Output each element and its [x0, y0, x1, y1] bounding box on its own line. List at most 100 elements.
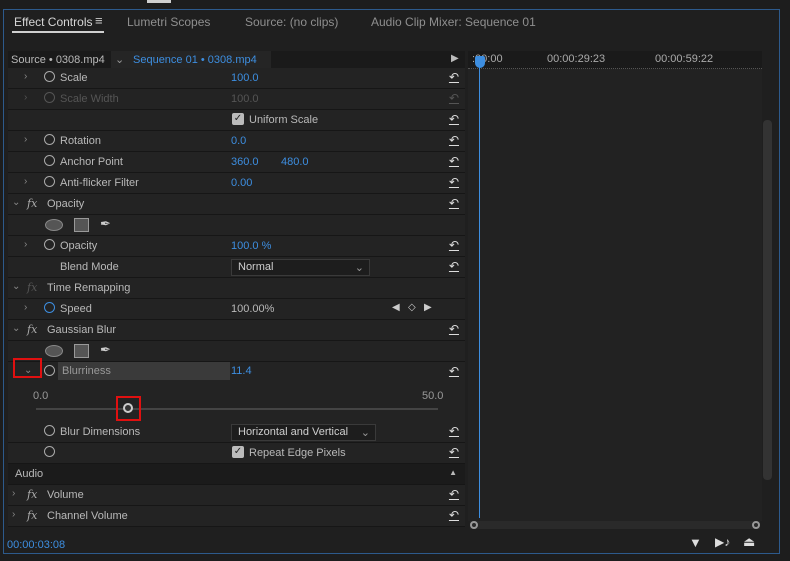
zoom-start-handle[interactable]	[470, 521, 478, 529]
ellipse-mask-icon[interactable]	[45, 219, 63, 231]
time-ruler[interactable]: :00:00 00:00:29:23 00:00:59:22	[468, 51, 762, 69]
reset-icon[interactable]: ↶	[449, 508, 459, 522]
stopwatch-icon[interactable]	[44, 239, 55, 250]
show-timeline-icon[interactable]: ▶	[451, 53, 459, 64]
collapse-chevron-icon[interactable]: ⌄	[12, 281, 20, 292]
collapse-chevron-icon[interactable]: ⌄	[12, 197, 20, 208]
section-audio: Audio ▲	[8, 464, 465, 485]
reset-icon[interactable]: ↶	[449, 133, 459, 147]
source-clip-label[interactable]: Source • 0308.mp4	[11, 54, 105, 66]
reset-icon[interactable]: ↶	[449, 364, 459, 378]
highlight-box	[13, 358, 42, 378]
reset-icon[interactable]: ↶	[449, 238, 459, 252]
stopwatch-icon[interactable]	[44, 425, 55, 436]
repeat-edge-checkbox[interactable]: ✓	[232, 446, 244, 458]
filter-icon[interactable]: ▼	[689, 535, 702, 550]
property-label: Scale	[60, 72, 88, 84]
play-audio-icon[interactable]: ▶♪	[715, 535, 730, 549]
sequence-clip-label: Sequence 01 • 0308.mp4	[133, 54, 257, 66]
highlight-box	[115, 396, 141, 421]
add-keyframe-icon[interactable]: ◇	[408, 302, 416, 313]
sequence-selector[interactable]: ⌄ Sequence 01 • 0308.mp4	[111, 51, 271, 69]
rotation-value[interactable]: 0.0	[231, 135, 246, 147]
property-label: Blur Dimensions	[60, 426, 141, 438]
pen-mask-icon[interactable]: ✒	[100, 342, 111, 358]
mask-tools-row: ✒	[8, 341, 465, 362]
window-indicator	[147, 0, 171, 3]
blur-dimensions-dropdown[interactable]: Horizontal and Vertical ⌄	[231, 424, 376, 441]
stopwatch-icon[interactable]	[44, 134, 55, 145]
panel-menu-icon[interactable]: ≡	[95, 13, 103, 28]
anti-flicker-value[interactable]: 0.00	[231, 177, 252, 189]
fx-icon[interactable]: fx	[27, 488, 37, 501]
expand-chevron-icon[interactable]: ›	[24, 176, 27, 187]
tab-source[interactable]: Source: (no clips)	[245, 15, 338, 29]
horizontal-zoom-bar[interactable]	[470, 521, 760, 529]
vertical-scrollbar[interactable]	[763, 120, 772, 480]
scale-value[interactable]: 100.0	[231, 72, 259, 84]
stopwatch-icon[interactable]	[44, 365, 55, 376]
expand-chevron-icon[interactable]: ›	[12, 488, 15, 499]
property-label: Blend Mode	[60, 261, 119, 273]
mini-timeline[interactable]	[468, 51, 762, 521]
blend-mode-dropdown[interactable]: Normal ⌄	[231, 259, 370, 276]
effect-row-time-remapping: ⌄ fx Time Remapping	[8, 278, 465, 299]
stopwatch-icon-active[interactable]	[44, 302, 55, 313]
uniform-scale-checkbox[interactable]: ✓	[232, 113, 244, 125]
effect-label: Gaussian Blur	[47, 324, 117, 336]
expand-chevron-icon[interactable]: ›	[12, 509, 15, 520]
fx-icon[interactable]: fx	[27, 197, 37, 210]
speed-value[interactable]: 100.00%	[231, 303, 274, 315]
blurriness-value[interactable]: 11.4	[231, 365, 252, 377]
collapse-chevron-icon[interactable]: ⌄	[12, 323, 20, 334]
reset-icon[interactable]: ↶	[449, 424, 459, 438]
property-row-uniform-scale: ✓ Uniform Scale ↶	[8, 110, 465, 131]
export-icon[interactable]: ⏏	[743, 534, 755, 550]
reset-icon[interactable]: ↶	[449, 445, 459, 459]
reset-icon[interactable]: ↶	[449, 154, 459, 168]
ruler-tick-label: 00:00:59:22	[655, 53, 714, 65]
reset-icon[interactable]: ↶	[449, 112, 459, 126]
rectangle-mask-icon[interactable]	[74, 344, 89, 358]
expand-chevron-icon[interactable]: ›	[24, 239, 27, 250]
reset-icon: ↶	[448, 91, 459, 105]
stopwatch-icon[interactable]	[44, 446, 55, 457]
reset-icon[interactable]: ↶	[449, 322, 459, 336]
stopwatch-icon[interactable]	[44, 71, 55, 82]
current-timecode[interactable]: 00:00:03:08	[7, 539, 65, 551]
fx-icon[interactable]: fx	[27, 323, 37, 336]
reset-icon[interactable]: ↶	[449, 487, 459, 501]
reset-icon[interactable]: ↶	[449, 70, 459, 84]
property-row-scale-width: › Scale Width 100.0 ↶	[8, 89, 465, 110]
pen-mask-icon[interactable]: ✒	[100, 216, 111, 232]
scale-width-value: 100.0	[231, 93, 259, 105]
playhead-handle[interactable]	[475, 56, 485, 68]
collapse-section-icon[interactable]: ▲	[449, 468, 457, 477]
slider-max-label: 50.0	[422, 390, 444, 402]
fx-icon[interactable]: fx	[27, 509, 37, 522]
property-label: Anti-flicker Filter	[60, 177, 139, 189]
rectangle-mask-icon[interactable]	[74, 218, 89, 232]
tab-lumetri-scopes[interactable]: Lumetri Scopes	[127, 15, 210, 29]
tab-effect-controls[interactable]: Effect Controls	[14, 15, 92, 29]
opacity-value[interactable]: 100.0 %	[231, 240, 271, 252]
reset-icon[interactable]: ↶	[449, 196, 459, 210]
reset-icon[interactable]: ↶	[449, 175, 459, 189]
next-keyframe-icon[interactable]: ▶	[424, 302, 432, 313]
ellipse-mask-icon[interactable]	[45, 345, 63, 357]
expand-chevron-icon[interactable]: ›	[24, 302, 27, 313]
property-label-highlight: Blurriness	[58, 362, 230, 380]
expand-chevron-icon[interactable]: ›	[24, 71, 27, 82]
blurriness-slider-track[interactable]	[36, 408, 438, 410]
reset-icon[interactable]: ↶	[449, 259, 459, 273]
property-label: Rotation	[60, 135, 101, 147]
expand-chevron-icon[interactable]: ›	[24, 134, 27, 145]
zoom-end-handle[interactable]	[752, 521, 760, 529]
anchor-x-value[interactable]: 360.0	[231, 156, 259, 168]
stopwatch-icon[interactable]	[44, 176, 55, 187]
fx-icon: fx	[27, 281, 38, 294]
anchor-y-value[interactable]: 480.0	[281, 156, 309, 168]
stopwatch-icon[interactable]	[44, 155, 55, 166]
tab-audio-clip-mixer[interactable]: Audio Clip Mixer: Sequence 01	[371, 15, 536, 29]
prev-keyframe-icon[interactable]: ◀	[392, 302, 400, 313]
